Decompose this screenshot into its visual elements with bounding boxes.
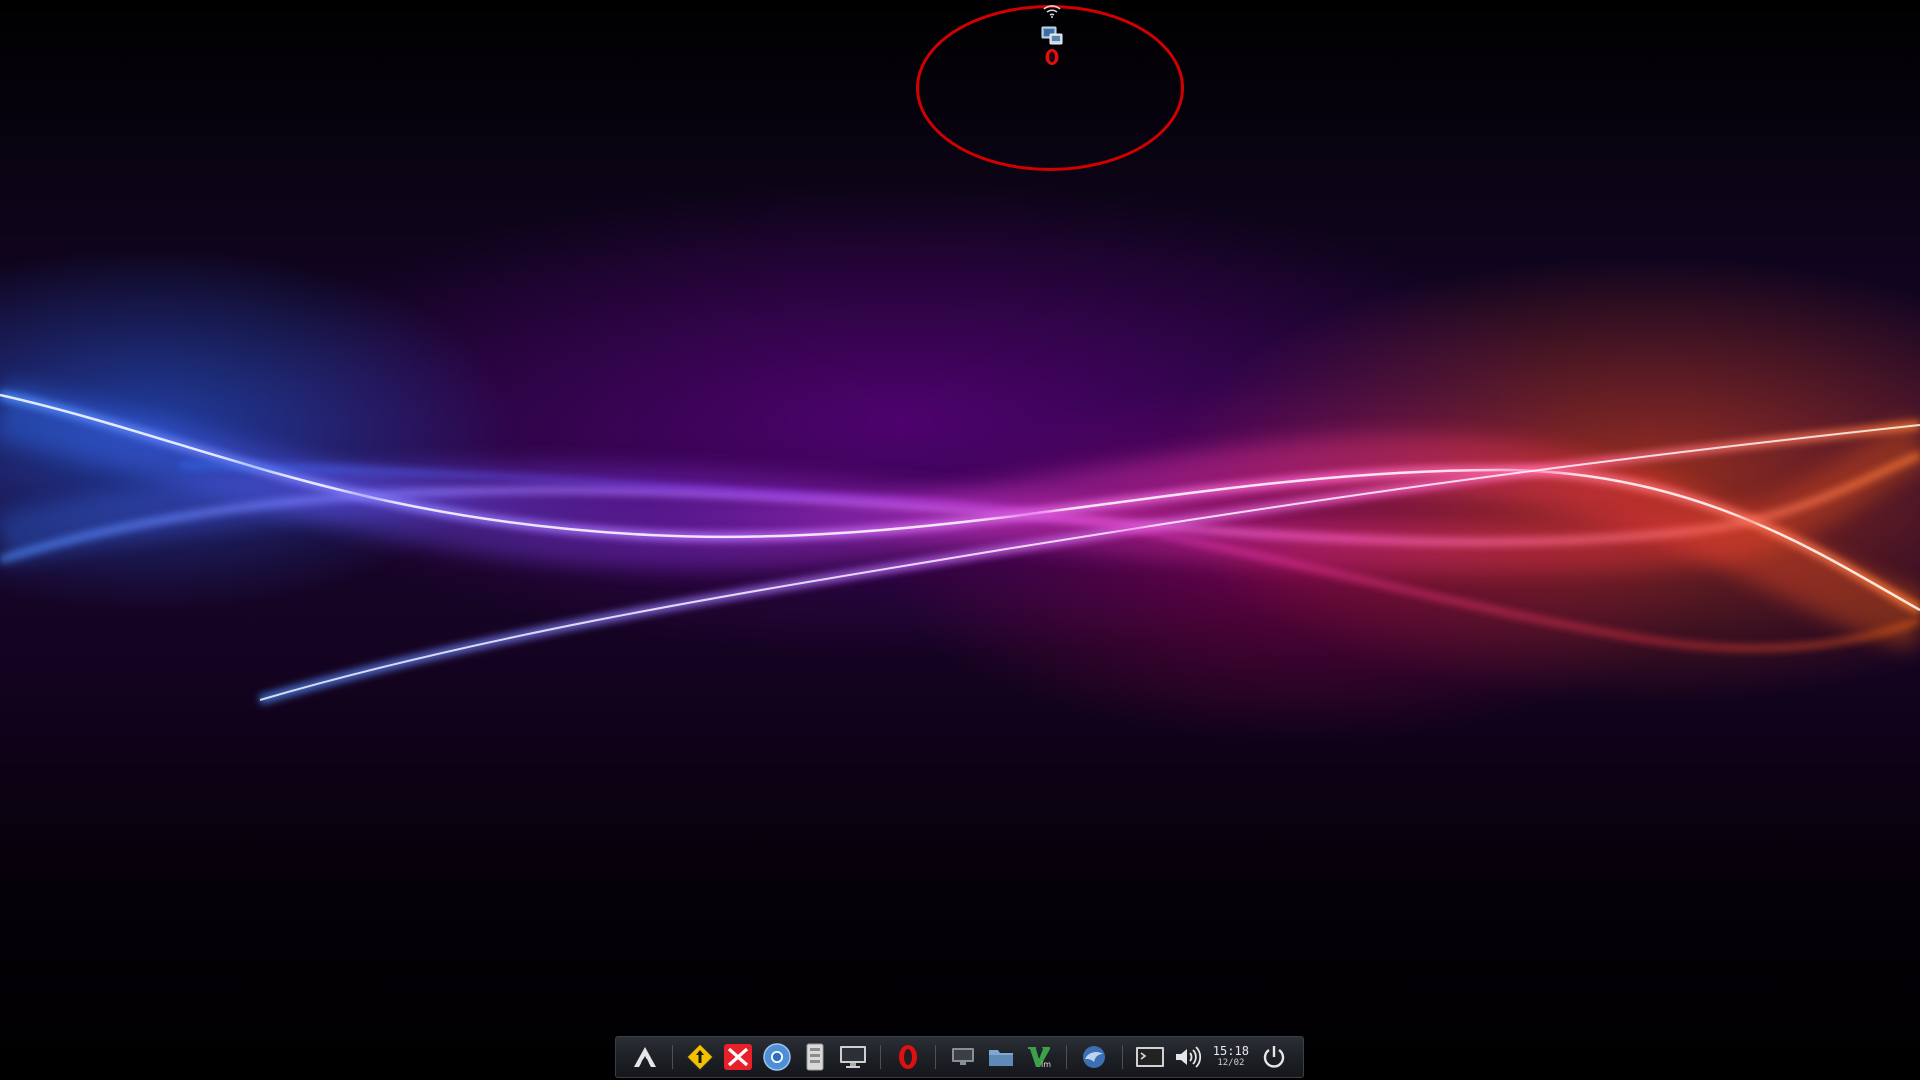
xmind-icon[interactable] — [722, 1040, 754, 1074]
clock-time: 15:18 — [1212, 1044, 1249, 1058]
display-settings-icon[interactable] — [837, 1040, 869, 1074]
dock-separator — [879, 1045, 881, 1069]
update-notifier-icon[interactable] — [684, 1040, 716, 1074]
desktop[interactable]: im 15:18 12/02 — [0, 0, 1920, 1080]
dock-separator — [672, 1045, 674, 1069]
dock-separator — [935, 1045, 936, 1069]
terminal-icon[interactable] — [1133, 1040, 1165, 1074]
svg-text:im: im — [1041, 1060, 1051, 1069]
thunderbird-icon[interactable] — [1078, 1040, 1110, 1074]
chromium-icon[interactable] — [760, 1040, 792, 1074]
clock-date: 12/02 — [1217, 1058, 1245, 1068]
clock[interactable]: 15:18 12/02 — [1213, 1045, 1249, 1069]
dock-separator — [1121, 1045, 1123, 1069]
wifi-icon[interactable] — [1042, 4, 1062, 18]
wallpaper-waves — [0, 380, 1920, 705]
power-icon[interactable] — [1258, 1040, 1290, 1074]
volume-icon[interactable] — [1172, 1040, 1204, 1074]
opera-icon[interactable] — [1044, 48, 1060, 66]
top-tray — [1030, 4, 1074, 66]
opera-icon[interactable] — [892, 1040, 924, 1074]
arch-launcher-icon[interactable] — [629, 1040, 661, 1074]
dock: im 15:18 12/02 — [615, 1036, 1304, 1078]
network-manager-icon[interactable] — [1040, 24, 1064, 46]
file-manager-icon[interactable] — [799, 1040, 831, 1074]
dock-separator — [1066, 1045, 1068, 1069]
vim-icon[interactable]: im — [1023, 1040, 1055, 1074]
show-desktop-icon[interactable] — [947, 1040, 979, 1074]
folder-icon[interactable] — [985, 1040, 1017, 1074]
